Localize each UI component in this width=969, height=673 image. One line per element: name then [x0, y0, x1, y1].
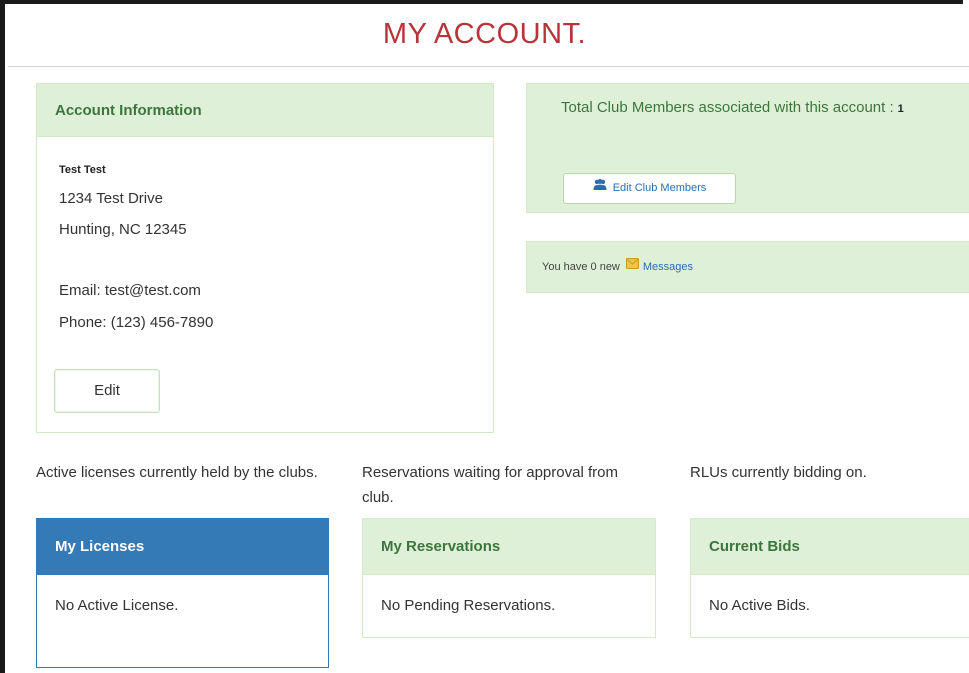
my-licenses-panel: My Licenses No Active License.	[36, 518, 329, 668]
account-info-panel: Account Information Test Test 1234 Test …	[36, 83, 494, 433]
current-bids-panel: Current Bids No Active Bids.	[690, 518, 969, 638]
page-title: MY ACCOUNT.	[382, 18, 587, 50]
my-reservations-header: My Reservations	[363, 519, 655, 575]
account-phone: Phone: (123) 456-7890	[59, 314, 214, 331]
current-bids-header: Current Bids	[691, 519, 969, 575]
edit-club-members-label: Edit Club Members	[612, 182, 707, 194]
edit-club-members-button[interactable]: Edit Club Members	[563, 173, 736, 204]
club-members-count: 1	[897, 103, 904, 115]
licenses-caption: Active licenses currently held by the cl…	[36, 464, 318, 481]
title-divider	[8, 66, 969, 67]
edit-account-button[interactable]: Edit	[54, 369, 160, 413]
my-reservations-panel: My Reservations No Pending Reservations.	[362, 518, 656, 638]
envelope-icon	[625, 241, 639, 291]
account-info-header: Account Information	[37, 84, 493, 137]
bids-caption: RLUs currently bidding on.	[690, 464, 867, 481]
messages-link[interactable]: Messages	[643, 261, 693, 273]
club-members-label: Total Club Members associated with this …	[561, 99, 894, 116]
my-licenses-empty-text: No Active License.	[55, 597, 179, 614]
account-name: Test Test	[59, 164, 106, 176]
club-members-summary: Total Club Members associated with this …	[561, 94, 921, 123]
reservations-caption: Reservations waiting for approval from c…	[362, 464, 618, 506]
current-bids-empty-text: No Active Bids.	[709, 597, 810, 614]
users-icon	[593, 173, 607, 202]
my-reservations-empty-text: No Pending Reservations.	[381, 597, 556, 614]
account-email: Email: test@test.com	[59, 282, 201, 299]
account-address-line2: Hunting, NC 12345	[59, 221, 187, 238]
club-members-box: Total Club Members associated with this …	[526, 83, 969, 213]
my-licenses-header: My Licenses	[37, 519, 328, 575]
messages-prefix: You have 0 new	[542, 261, 620, 273]
account-address-line1: 1234 Test Drive	[59, 190, 163, 207]
messages-box: You have 0 new Messages	[526, 241, 969, 293]
